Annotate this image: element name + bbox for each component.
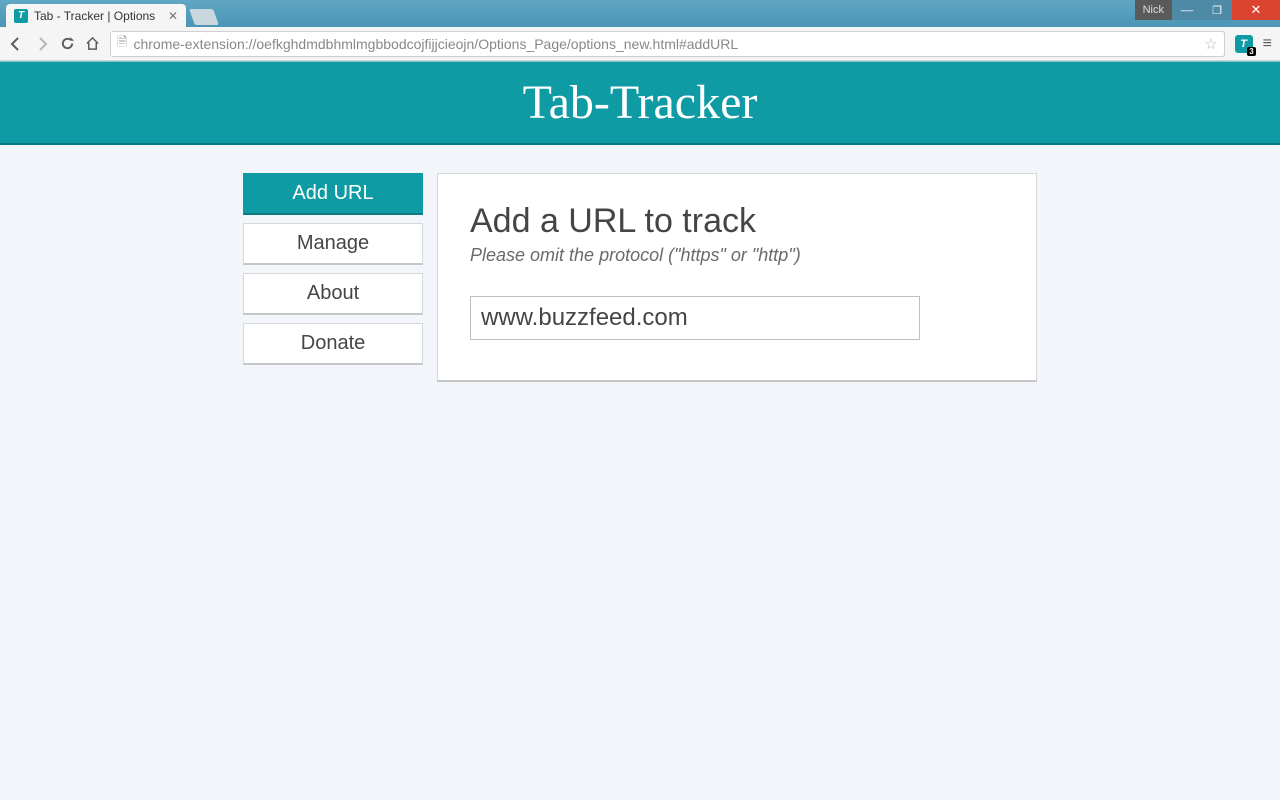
tab-close-icon[interactable]: ✕ <box>168 9 178 23</box>
home-icon[interactable] <box>85 36 100 51</box>
back-icon[interactable] <box>8 36 24 52</box>
sidebar-item-manage[interactable]: Manage <box>243 223 423 265</box>
window-maximize-icon[interactable] <box>1202 0 1232 20</box>
extension-badge: 3 <box>1247 47 1255 56</box>
url-input[interactable] <box>470 296 920 340</box>
sidebar-item-about[interactable]: About <box>243 273 423 315</box>
sidebar-item-label: About <box>307 282 359 305</box>
bookmark-star-icon[interactable]: ☆ <box>1204 35 1217 53</box>
address-bar[interactable]: 🗎 chrome-extension://oefkghdmdbhmlmgbbod… <box>110 31 1225 57</box>
forward-icon[interactable] <box>34 36 50 52</box>
sidebar-item-add-url[interactable]: Add URL <box>243 173 423 215</box>
app-title: Tab-Tracker <box>523 75 758 130</box>
sidebar-item-label: Manage <box>297 232 369 255</box>
page-icon: 🗎 <box>117 33 127 55</box>
extension-icon[interactable]: T 3 <box>1235 35 1253 53</box>
tab-favicon-icon: T <box>14 9 28 23</box>
sidebar-item-donate[interactable]: Donate <box>243 323 423 365</box>
sidebar-item-label: Donate <box>301 332 366 355</box>
address-url: chrome-extension://oefkghdmdbhmlmgbbodco… <box>133 36 738 52</box>
content-area: Add URL Manage About Donate Add a URL to… <box>0 145 1280 382</box>
sidebar-item-label: Add URL <box>292 182 373 205</box>
reload-icon[interactable] <box>60 36 75 51</box>
panel-subheading: Please omit the protocol ("https" or "ht… <box>470 245 1004 266</box>
window-close-icon[interactable] <box>1232 0 1280 20</box>
tab-title: Tab - Tracker | Options <box>34 9 155 23</box>
menu-icon[interactable]: ≡ <box>1263 35 1272 53</box>
window-minimize-icon[interactable] <box>1172 0 1202 20</box>
panel-heading: Add a URL to track <box>470 202 1004 241</box>
browser-tab[interactable]: T Tab - Tracker | Options ✕ <box>6 4 186 27</box>
browser-toolbar: 🗎 chrome-extension://oefkghdmdbhmlmgbbod… <box>0 27 1280 61</box>
browser-chrome: T Tab - Tracker | Options ✕ Nick 🗎 chrom… <box>0 0 1280 61</box>
app-banner: Tab-Tracker <box>0 61 1280 145</box>
window-controls: Nick <box>1135 0 1280 20</box>
tab-strip: T Tab - Tracker | Options ✕ Nick <box>0 0 1280 27</box>
main-panel: Add a URL to track Please omit the proto… <box>437 173 1037 382</box>
sidebar: Add URL Manage About Donate <box>243 173 423 382</box>
new-tab-button[interactable] <box>189 9 219 25</box>
user-badge[interactable]: Nick <box>1135 0 1172 20</box>
